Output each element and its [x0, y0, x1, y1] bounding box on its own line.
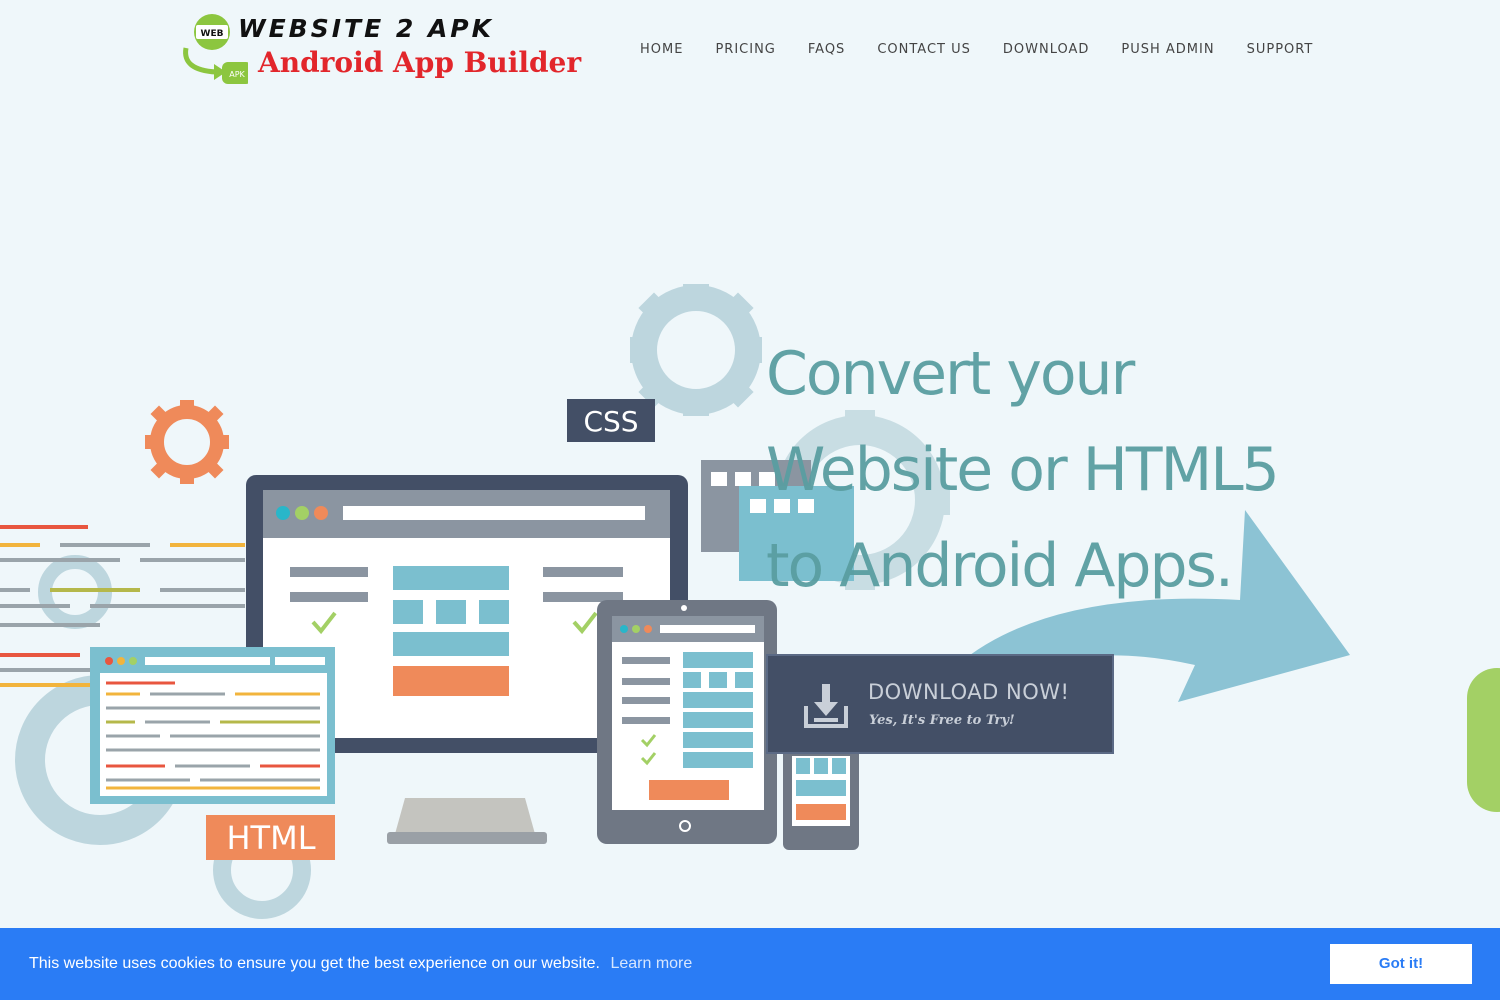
nav-download[interactable]: DOWNLOAD	[1003, 42, 1090, 57]
cookie-accept-button[interactable]: Got it!	[1330, 944, 1472, 984]
html-window-illustration	[90, 647, 335, 804]
css-tag-label: CSS	[583, 405, 638, 438]
download-now-button[interactable]: DOWNLOAD NOW! Yes, It's Free to Try!	[766, 654, 1114, 754]
cookie-message: This website uses cookies to ensure you …	[29, 955, 600, 972]
gear-orange-icon	[145, 400, 229, 484]
logo-subtitle: Android App Builder	[258, 46, 582, 79]
tablet-illustration	[597, 600, 777, 844]
phone-illustration	[783, 748, 859, 850]
download-button-subtitle: Yes, It's Free to Try!	[869, 713, 1015, 728]
logo-badge-web: WEB	[201, 29, 224, 39]
nav-push-admin[interactable]: PUSH ADMIN	[1121, 42, 1214, 57]
gear-large-icon	[630, 284, 762, 416]
side-feedback-tab[interactable]	[1467, 668, 1500, 812]
download-tray-icon	[804, 684, 848, 728]
logo-badge-apk: APK	[229, 70, 245, 79]
hero-headline-line3: to Android Apps.	[766, 531, 1234, 601]
cookie-learn-more-link[interactable]: Learn more	[610, 955, 692, 972]
cookie-consent-bar: This website uses cookies to ensure you …	[0, 928, 1500, 1000]
nav-support[interactable]: SUPPORT	[1247, 42, 1314, 57]
site-logo[interactable]: WEB APK WEBSITE 2 APK Android App Builde…	[178, 10, 581, 90]
cookie-message-container: This website uses cookies to ensure you …	[29, 955, 692, 973]
main-nav: HOME PRICING FAQS CONTACT US DOWNLOAD PU…	[640, 42, 1345, 57]
download-button-title: DOWNLOAD NOW!	[868, 680, 1070, 704]
hero-headline-line2: Website or HTML5	[766, 435, 1280, 505]
nav-home[interactable]: HOME	[640, 42, 683, 57]
html-tag-label: HTML	[226, 819, 315, 857]
hero-headline-line1: Convert your	[766, 339, 1135, 409]
hero-headline: Convert your Website or HTML5 to Android…	[766, 326, 1326, 614]
logo-title: WEBSITE 2 APK	[238, 14, 494, 43]
nav-faqs[interactable]: FAQS	[808, 42, 845, 57]
nav-contact-us[interactable]: CONTACT US	[877, 42, 971, 57]
nav-pricing[interactable]: PRICING	[715, 42, 775, 57]
